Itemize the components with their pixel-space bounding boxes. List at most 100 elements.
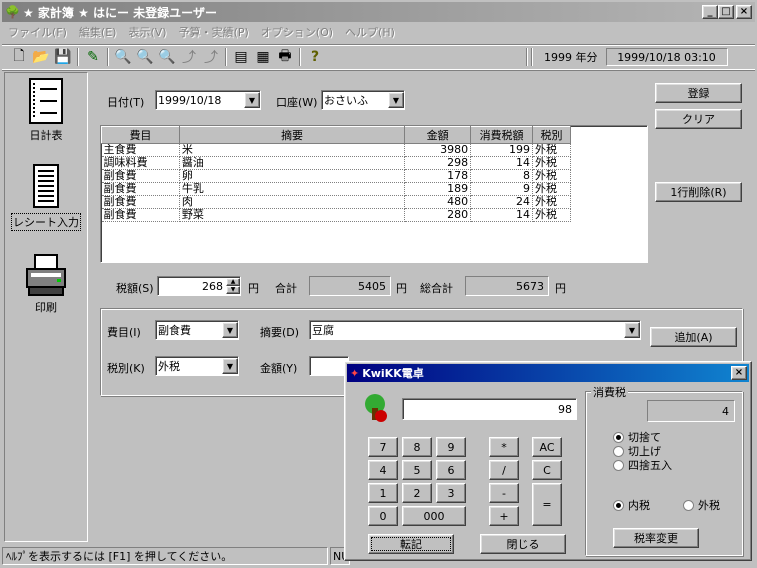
search-next-icon[interactable]: 🔍 [156, 47, 178, 67]
key-8[interactable]: 8 [402, 437, 432, 457]
calc-title: KwiKK電卓 [362, 367, 424, 380]
pencil-icon[interactable]: ✎ [82, 47, 104, 67]
toolbar-separator [107, 48, 109, 66]
nav-print[interactable]: 印刷 [5, 253, 87, 315]
tax-input[interactable]: 268 ▲ ▼ [157, 276, 241, 296]
col-header-tax[interactable]: 消費税額 [470, 126, 533, 144]
key-4[interactable]: 4 [368, 460, 398, 480]
jump-back-icon[interactable]: ⤴ [200, 47, 222, 67]
spin-down-icon[interactable]: ▼ [226, 286, 240, 294]
delete-row-button[interactable]: 1行削除(R) [655, 182, 742, 202]
radio-exclusive-tax[interactable]: 外税 [683, 498, 720, 512]
radio-icon [613, 499, 624, 511]
cell-memo: 肉 [179, 195, 406, 209]
calc-display: 98 [402, 398, 577, 420]
radio-round-down[interactable]: 切捨て [613, 430, 672, 444]
new-file-icon[interactable]: 🗋 [8, 47, 30, 67]
title-bar: 🌳 ★ 家計簿 ★ はにー 未登録ユーザー _ □ × [2, 2, 755, 22]
date-combo[interactable]: 1999/10/18 ▼ [155, 90, 261, 110]
cell-category: 副食費 [101, 182, 180, 196]
nav-daily-sheet[interactable]: 日計表 [5, 77, 87, 143]
chevron-down-icon[interactable]: ▼ [222, 322, 238, 338]
open-folder-icon[interactable]: 📂 [30, 47, 52, 67]
col-header-memo[interactable]: 摘要 [178, 126, 406, 144]
cell-tax: 9 [470, 182, 533, 196]
menu-view[interactable]: 表示(V) [122, 24, 172, 40]
spin-up-icon[interactable]: ▲ [226, 278, 240, 286]
amount-input[interactable] [309, 356, 349, 376]
menu-edit[interactable]: 編集(E) [73, 24, 123, 40]
col-header-taxtype[interactable]: 税別 [532, 126, 571, 144]
key-subtract[interactable]: - [489, 483, 519, 503]
table-row[interactable]: 主食費米 3980 199 外税 [101, 143, 571, 157]
chevron-down-icon[interactable]: ▼ [244, 92, 260, 108]
memo-value: 豆腐 [312, 324, 334, 337]
key-9[interactable]: 9 [436, 437, 466, 457]
tax-label: 税額(S) [116, 282, 154, 295]
cell-amount: 480 [404, 195, 472, 209]
chevron-down-icon[interactable]: ▼ [624, 322, 640, 338]
account-combo[interactable]: おさいふ ▼ [321, 90, 405, 110]
receipt-list-icon[interactable]: ▦ [252, 47, 274, 67]
add-button[interactable]: 追加(A) [650, 327, 737, 347]
list-icon[interactable]: ▤ [230, 47, 252, 67]
radio-label: 外税 [698, 499, 720, 512]
table-row[interactable]: 副食費卵 178 8 外税 [101, 169, 571, 183]
radio-round-up[interactable]: 切上げ [613, 444, 672, 458]
key-multiply[interactable]: * [489, 437, 519, 457]
maximize-button[interactable]: □ [718, 5, 734, 19]
menu-options[interactable]: オプション(O) [255, 24, 339, 40]
clear-button[interactable]: クリア [655, 109, 742, 129]
table-row[interactable]: 調味料費 醤油 298 14 外税 [101, 156, 571, 170]
register-button[interactable]: 登録 [655, 83, 742, 103]
chevron-down-icon[interactable]: ▼ [388, 92, 404, 108]
calc-tax-value: 4 [722, 404, 729, 418]
key-7[interactable]: 7 [368, 437, 398, 457]
radio-round-half[interactable]: 四捨五入 [613, 458, 672, 472]
save-icon[interactable]: 💾 [52, 47, 74, 67]
jump-icon[interactable]: ⤴ [178, 47, 200, 67]
key-2[interactable]: 2 [402, 483, 432, 503]
memo-combo[interactable]: 豆腐 ▼ [309, 320, 641, 340]
key-divide[interactable]: / [489, 460, 519, 480]
cell-taxtype: 外税 [532, 195, 571, 209]
menu-help[interactable]: ヘルプ(H) [339, 24, 401, 40]
col-header-category[interactable]: 費目 [101, 126, 180, 144]
radio-inclusive-tax[interactable]: 内税 [613, 498, 650, 512]
nav-receipt-entry[interactable]: レシート入力 [5, 163, 87, 231]
status-help-pane: ﾍﾙﾌﾟを表示するには [F1] を押してください。 [2, 547, 328, 565]
radio-label: 内税 [628, 499, 650, 512]
close-window-button[interactable]: × [736, 5, 752, 19]
category-combo[interactable]: 副食費 ▼ [155, 320, 239, 340]
menu-budget[interactable]: 予算・実績(P) [173, 24, 255, 40]
transfer-button[interactable]: 転記 [368, 534, 454, 554]
receipt-grid[interactable]: 費目 摘要 金額 消費税額 税別 主食費米 3980 199 外税 調味料費 醤油 298… [100, 125, 648, 263]
key-clear[interactable]: C [532, 460, 562, 480]
minimize-button[interactable]: _ [702, 5, 718, 19]
key-1[interactable]: 1 [368, 483, 398, 503]
key-0[interactable]: 0 [368, 506, 398, 526]
key-3[interactable]: 3 [436, 483, 466, 503]
print-icon[interactable]: 🖶 [274, 47, 296, 67]
search-icon[interactable]: 🔍 [112, 47, 134, 67]
table-row[interactable]: 副食費 牛乳 189 9 外税 [101, 182, 571, 196]
tax-rate-change-button[interactable]: 税率変更 [613, 528, 699, 548]
search-prev-icon[interactable]: 🔍 [134, 47, 156, 67]
key-6[interactable]: 6 [436, 460, 466, 480]
col-header-amount[interactable]: 金額 [404, 126, 472, 144]
table-row[interactable]: 副食費 野菜 280 14 外税 [101, 208, 571, 222]
chevron-down-icon[interactable]: ▼ [222, 358, 238, 374]
key-all-clear[interactable]: AC [532, 437, 562, 457]
table-row[interactable]: 副食費肉 480 24 外税 [101, 195, 571, 209]
key-000[interactable]: 000 [402, 506, 466, 526]
help-icon[interactable]: ? [304, 47, 326, 67]
grand-display: 5673 [465, 276, 549, 296]
nav-label: 印刷 [35, 301, 57, 314]
key-add[interactable]: + [489, 506, 519, 526]
key-5[interactable]: 5 [402, 460, 432, 480]
calc-close-button[interactable]: × [731, 366, 747, 380]
calc-close-dialog-button[interactable]: 閉じる [480, 534, 566, 554]
key-equals[interactable]: = [532, 483, 562, 526]
menu-file[interactable]: ファイル(F) [2, 24, 73, 40]
taxtype-combo[interactable]: 外税 ▼ [155, 356, 239, 376]
